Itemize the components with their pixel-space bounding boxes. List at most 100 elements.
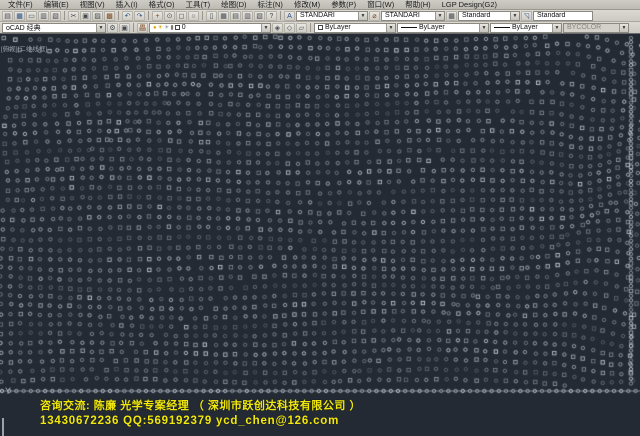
zoom-realtime-icon[interactable]: ⊙ bbox=[164, 11, 175, 21]
plot-preview-icon[interactable]: ▥ bbox=[38, 11, 49, 21]
layer-unlock-icon[interactable]: ▮ bbox=[170, 24, 173, 32]
workspace-combo[interactable]: oCAD 经典 ▼ bbox=[2, 23, 106, 33]
color-swatch bbox=[318, 25, 323, 30]
layer-properties-icon[interactable]: 畾 bbox=[137, 23, 148, 33]
dim-style-combo[interactable]: STANDARI ▼ bbox=[381, 11, 445, 21]
mleader-style-icon[interactable]: ◹ bbox=[521, 11, 532, 21]
text-style-icon[interactable]: A bbox=[284, 11, 295, 21]
color-value: ByLayer bbox=[325, 24, 351, 31]
layer-on-bulb-icon[interactable]: ● bbox=[153, 24, 157, 32]
menu-view[interactable]: 视图(V) bbox=[75, 0, 110, 9]
zoom-previous-icon[interactable]: ○ bbox=[188, 11, 199, 21]
ucs-y-axis-line bbox=[2, 418, 4, 436]
properties-icon[interactable]: ▯ bbox=[206, 11, 217, 21]
color-combo[interactable]: ByLayer ▼ bbox=[314, 23, 396, 33]
viewport-controls-label[interactable]: [俯视][二维线框] bbox=[1, 43, 47, 53]
autocad-window: 文件(F)编辑(E)视图(V)插入(I)格式(O)工具(T)绘图(D)标注(N)… bbox=[0, 0, 640, 436]
menu-modify[interactable]: 修改(M) bbox=[289, 0, 325, 9]
linetype-combo[interactable]: ByLayer ▼ bbox=[397, 23, 489, 33]
toolbar-separator bbox=[280, 11, 281, 20]
toolbar-separator bbox=[202, 11, 203, 20]
model-space-viewport[interactable]: [俯视][二维线框] Y 咨询交流: 陈廉 光学专案经理 （ 深圳市跃创达科技有… bbox=[0, 34, 640, 436]
designcenter-icon[interactable]: ▦ bbox=[218, 11, 229, 21]
workspace-save-icon[interactable]: ▣ bbox=[119, 23, 130, 33]
chevron-down-icon[interactable]: ▼ bbox=[510, 12, 519, 20]
menu-dimension[interactable]: 标注(N) bbox=[253, 0, 288, 9]
publish-icon[interactable]: ▧ bbox=[50, 11, 61, 21]
menu-file[interactable]: 文件(F) bbox=[3, 0, 38, 9]
menu-insert[interactable]: 插入(I) bbox=[111, 0, 143, 9]
menu-help[interactable]: 帮助(H) bbox=[400, 0, 435, 9]
open-icon[interactable]: ▤ bbox=[2, 11, 13, 21]
menu-format[interactable]: 格式(O) bbox=[144, 0, 180, 9]
match-properties-icon[interactable]: ▩ bbox=[104, 11, 115, 21]
lineweight-sample bbox=[494, 27, 510, 28]
pan-icon[interactable]: + bbox=[152, 11, 163, 21]
menu-tools[interactable]: 工具(T) bbox=[181, 0, 216, 9]
standard-toolbar: ▤▦▭▥▧✂▣▨▩↶↷+⊙◻○▯▦▤▥▧? A STANDARI ▼ ⌀ STA… bbox=[0, 10, 640, 22]
workspace-value: oCAD 经典 bbox=[6, 23, 41, 33]
dim-style-icon[interactable]: ⌀ bbox=[369, 11, 380, 21]
table-style-combo[interactable]: Standard ▼ bbox=[458, 11, 520, 21]
toolbar-separator bbox=[64, 11, 65, 20]
chevron-down-icon[interactable]: ▼ bbox=[552, 24, 561, 32]
save-icon[interactable]: ▦ bbox=[14, 11, 25, 21]
toolbar-separator bbox=[310, 23, 311, 32]
contact-overlay-line2: 13430672236 QQ:569192379 ycd_chen@126.co… bbox=[40, 415, 339, 427]
redo-icon[interactable]: ↷ bbox=[134, 11, 145, 21]
chevron-down-icon[interactable]: ▼ bbox=[386, 24, 395, 32]
cut-icon[interactable]: ✂ bbox=[68, 11, 79, 21]
layer-color-swatch bbox=[175, 25, 180, 30]
table-style-icon[interactable]: ▦ bbox=[446, 11, 457, 21]
linetype-value: ByLayer bbox=[419, 24, 445, 31]
layer-previous-icon[interactable]: ◇ bbox=[284, 23, 295, 33]
layer-thaw-sun-icon[interactable]: ☀ bbox=[158, 24, 163, 32]
lineweight-combo[interactable]: ByLayer ▼ bbox=[490, 23, 562, 33]
text-style-value: STANDARI bbox=[300, 12, 335, 19]
menu-draw[interactable]: 绘图(D) bbox=[216, 0, 251, 9]
workspace-icons: ⚙▣ bbox=[107, 23, 130, 33]
copy-icon[interactable]: ▣ bbox=[80, 11, 91, 21]
layer-combo[interactable]: ● ☀ ☀ ▮ 0 ▼ bbox=[149, 23, 271, 33]
menu-window[interactable]: 窗口(W) bbox=[362, 0, 399, 9]
chevron-down-icon[interactable]: ▼ bbox=[96, 24, 105, 32]
menu-parametric[interactable]: 参数(P) bbox=[326, 0, 361, 9]
help-icon[interactable]: ? bbox=[266, 11, 277, 21]
dim-style-value: STANDARI bbox=[385, 12, 420, 19]
text-style-combo[interactable]: STANDARI ▼ bbox=[296, 11, 368, 21]
plot-icon[interactable]: ▭ bbox=[26, 11, 37, 21]
lgp-dot-pattern-canvas[interactable] bbox=[0, 34, 640, 436]
chevron-down-icon: ▼ bbox=[619, 24, 628, 32]
plot-style-combo: BYCOLOR ▼ bbox=[563, 23, 629, 33]
plot-style-value: BYCOLOR bbox=[567, 24, 601, 31]
layer-viewport-freeze-icon[interactable]: ☀ bbox=[164, 24, 169, 32]
chevron-down-icon[interactable]: ▼ bbox=[479, 24, 488, 32]
ucs-y-axis-label: Y bbox=[5, 386, 11, 396]
menu-bar: 文件(F)编辑(E)视图(V)插入(I)格式(O)工具(T)绘图(D)标注(N)… bbox=[0, 0, 640, 10]
zoom-window-icon[interactable]: ◻ bbox=[176, 11, 187, 21]
toolbar-separator bbox=[148, 11, 149, 20]
chevron-down-icon[interactable]: ▼ bbox=[261, 24, 270, 32]
chevron-down-icon[interactable]: ▼ bbox=[435, 12, 444, 20]
lineweight-value: ByLayer bbox=[512, 24, 538, 31]
paste-icon[interactable]: ▨ bbox=[92, 11, 103, 21]
toolbar-separator bbox=[133, 23, 134, 32]
workspace-settings-icon[interactable]: ⚙ bbox=[107, 23, 118, 33]
standard-toolbar-icons: ▤▦▭▥▧✂▣▨▩↶↷+⊙◻○▯▦▤▥▧? bbox=[2, 11, 277, 21]
undo-icon[interactable]: ↶ bbox=[122, 11, 133, 21]
menu-edit[interactable]: 编辑(E) bbox=[39, 0, 74, 9]
chevron-down-icon[interactable]: ▼ bbox=[358, 12, 367, 20]
linetype-sample bbox=[401, 27, 417, 28]
layer-states-icon[interactable]: ▱ bbox=[296, 23, 307, 33]
layers-properties-toolbar: oCAD 经典 ▼ ⚙▣ 畾 ● ☀ ☀ ▮ 0 ▼ ◈◇▱ ByLayer ▼… bbox=[0, 22, 640, 34]
sheet-set-icon[interactable]: ▥ bbox=[242, 11, 253, 21]
tool-palettes-icon[interactable]: ▤ bbox=[230, 11, 241, 21]
mleader-style-combo[interactable]: Standard bbox=[533, 11, 593, 21]
current-layer-name: 0 bbox=[182, 24, 186, 31]
table-style-value: Standard bbox=[462, 12, 490, 19]
make-object-layer-current-icon[interactable]: ◈ bbox=[272, 23, 283, 33]
markup-icon[interactable]: ▧ bbox=[254, 11, 265, 21]
toolbar-separator bbox=[118, 11, 119, 20]
menu-lgp-design[interactable]: LGP Design(G2) bbox=[437, 0, 502, 9]
mleader-style-value: Standard bbox=[537, 12, 565, 19]
